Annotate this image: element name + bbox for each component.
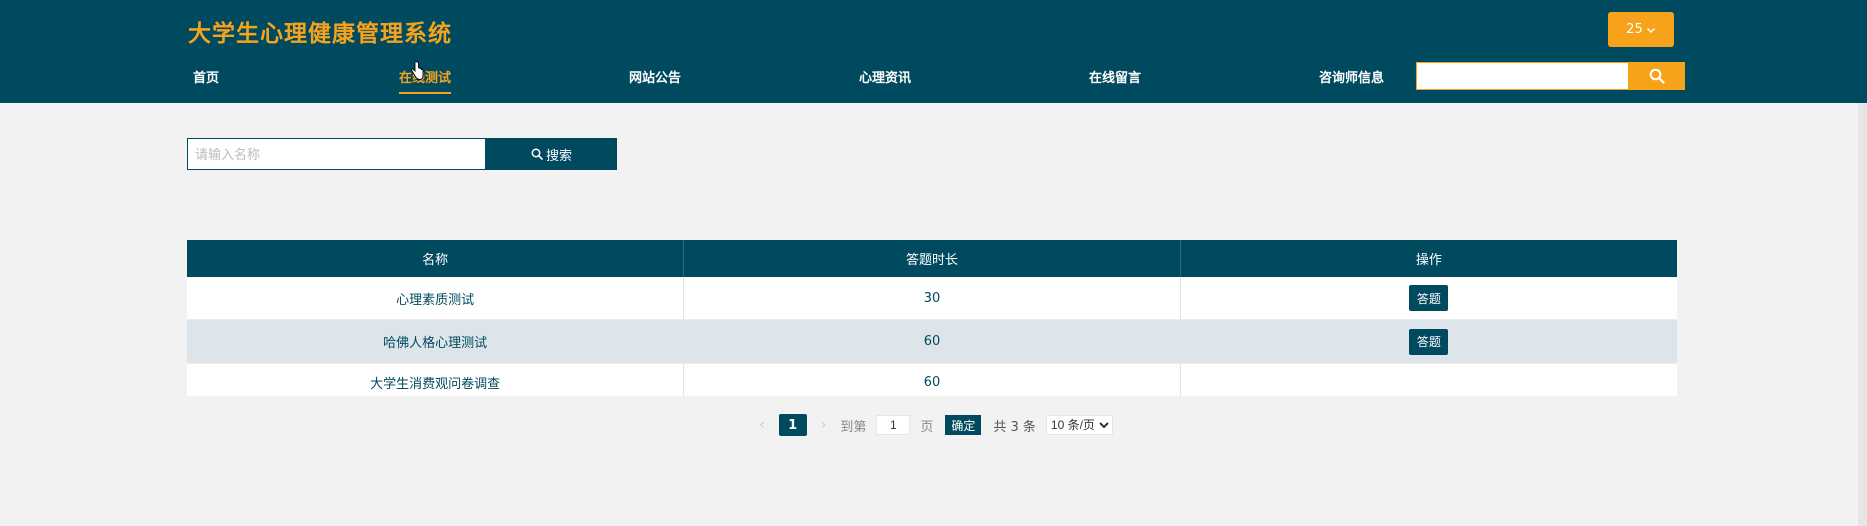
nav-item-counselor-info[interactable]: 咨询师信息 bbox=[1319, 67, 1384, 86]
test-name-cell: 哈佛人格心理测试 bbox=[187, 319, 685, 364]
pagination-area: ‹ 1 › 到第 页 确定 共 3 条 10 条/页 bbox=[187, 396, 1677, 454]
name-search-button-label: 搜索 bbox=[545, 148, 572, 164]
user-menu-label: 25 bbox=[1626, 22, 1643, 37]
page-size-select[interactable]: 10 条/页 bbox=[1045, 415, 1113, 435]
goto-label: 到第 bbox=[840, 419, 867, 435]
search-icon bbox=[1649, 68, 1665, 84]
column-header-name[interactable]: 名称 bbox=[187, 240, 685, 277]
column-header-duration[interactable]: 答题时长 bbox=[683, 240, 1181, 277]
nav-item-online-test[interactable]: 在线测试 bbox=[399, 67, 452, 94]
nav-item-home[interactable]: 首页 bbox=[193, 67, 219, 86]
total-count: 共 3 条 bbox=[993, 419, 1036, 435]
page-number-current[interactable]: 1 bbox=[778, 414, 807, 436]
action-cell: 答题 bbox=[1180, 277, 1677, 320]
page-scrollbar[interactable] bbox=[1858, 103, 1867, 526]
test-duration-cell: 30 bbox=[683, 277, 1181, 320]
nav-item-announcements[interactable]: 网站公告 bbox=[629, 67, 681, 86]
goto-confirm-button[interactable]: 确定 bbox=[945, 415, 982, 435]
nav-item-psychology-news[interactable]: 心理资讯 bbox=[859, 67, 911, 86]
page-unit-label: 页 bbox=[920, 419, 934, 435]
table-row: 心理素质测试 30 答题 bbox=[187, 277, 1677, 320]
user-menu-button[interactable]: 25 bbox=[1608, 12, 1674, 47]
search-icon bbox=[531, 148, 543, 160]
name-search-input[interactable] bbox=[187, 138, 486, 170]
test-table: 名称 答题时长 操作 心理素质测试 30 答题 哈佛人格心理测试 60 答题 大… bbox=[187, 240, 1677, 402]
table-header-row: 名称 答题时长 操作 bbox=[187, 240, 1677, 277]
header-search-input[interactable] bbox=[1416, 62, 1629, 90]
action-cell: 答题 bbox=[1180, 319, 1677, 364]
nav-item-messages[interactable]: 在线留言 bbox=[1089, 67, 1141, 86]
goto-page-input[interactable] bbox=[876, 415, 911, 435]
prev-page-icon[interactable]: ‹ bbox=[759, 417, 765, 433]
test-duration-cell: 60 bbox=[683, 319, 1181, 364]
chevron-down-icon bbox=[1646, 27, 1655, 33]
answer-button[interactable]: 答题 bbox=[1409, 285, 1449, 311]
hand-cursor-icon bbox=[411, 61, 424, 80]
top-header: 大学生心理健康管理系统 25 首页 在线测试 网站公告 心理资讯 在线留言 咨询… bbox=[0, 0, 1867, 103]
header-search-button[interactable] bbox=[1629, 62, 1685, 90]
table-row: 哈佛人格心理测试 60 答题 bbox=[187, 319, 1677, 364]
name-search-button[interactable]: 搜索 bbox=[486, 138, 617, 170]
next-page-icon[interactable]: › bbox=[821, 417, 827, 433]
site-title: 大学生心理健康管理系统 bbox=[188, 21, 452, 47]
pagination: ‹ 1 › 到第 页 确定 共 3 条 10 条/页 bbox=[187, 414, 1677, 436]
test-name-cell: 心理素质测试 bbox=[187, 277, 685, 320]
answer-button[interactable]: 答题 bbox=[1409, 328, 1449, 355]
column-header-action: 操作 bbox=[1180, 240, 1677, 277]
